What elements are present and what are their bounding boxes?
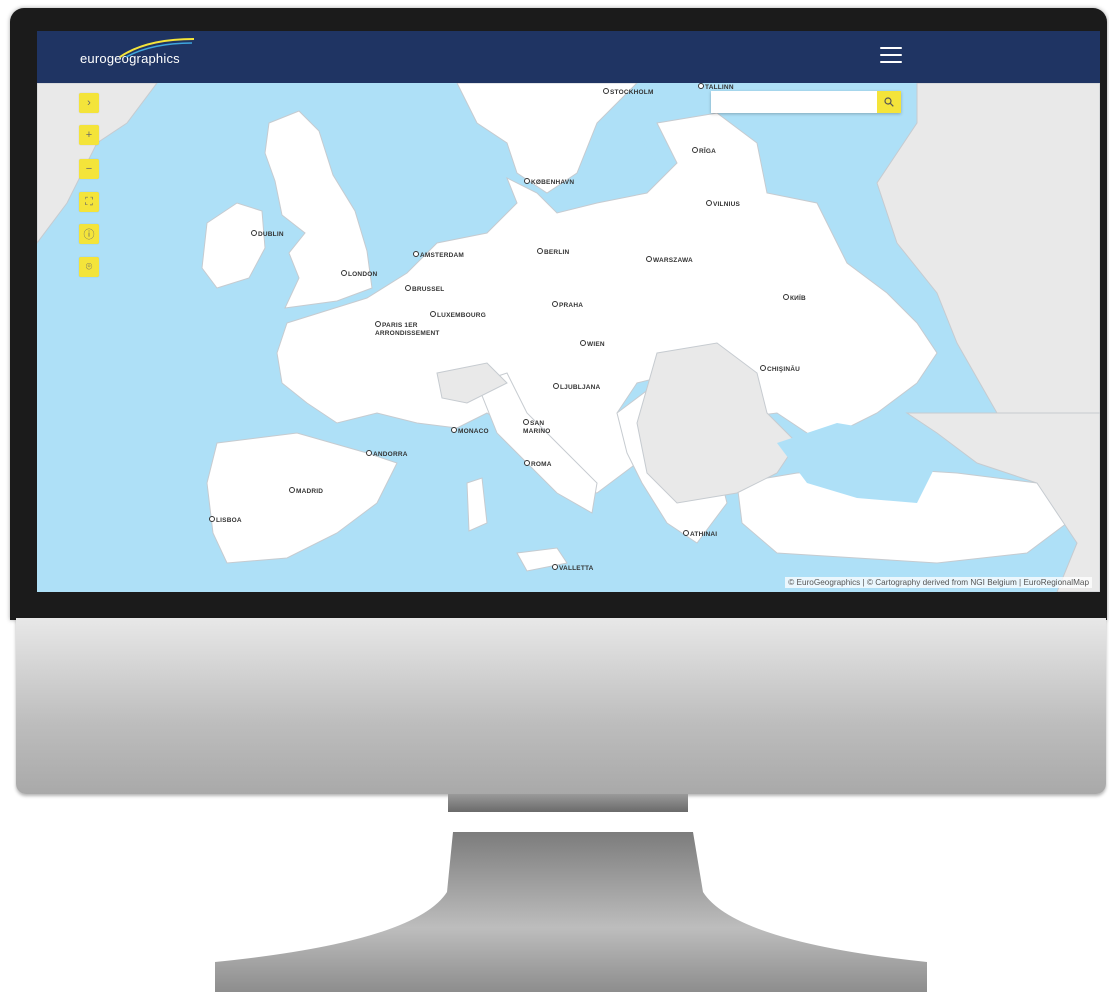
city-label[interactable]: BRUSSEL: [405, 285, 444, 293]
city-label[interactable]: STOCKHOLM: [603, 88, 654, 96]
city-label[interactable]: LUXEMBOURG: [430, 311, 486, 319]
eurogeographics-logo[interactable]: eurogeographics: [80, 38, 195, 69]
monitor-neck: [448, 794, 688, 812]
city-label[interactable]: LISBOA: [209, 516, 242, 524]
city-label[interactable]: MADRID: [289, 487, 323, 495]
city-label[interactable]: SAN MARINO: [523, 419, 563, 436]
fullscreen-button[interactable]: ⛶: [79, 192, 99, 212]
city-label[interactable]: DUBLIN: [251, 230, 284, 238]
top-navbar: eurogeographics: [37, 31, 1100, 83]
city-label[interactable]: KØBENHAVN: [524, 178, 574, 186]
city-label[interactable]: BERLIN: [537, 248, 569, 256]
city-label[interactable]: MONACO: [451, 427, 489, 435]
zoom-out-button[interactable]: −: [79, 159, 99, 179]
logo-swoosh-icon: [119, 38, 195, 58]
europe-map[interactable]: [37, 83, 1100, 592]
info-icon: ⓘ: [83, 229, 95, 241]
minus-icon: −: [85, 163, 93, 175]
city-label[interactable]: ANDORRA: [366, 450, 408, 458]
monitor-stand: [215, 832, 927, 992]
city-label[interactable]: ATHINAI: [683, 530, 717, 538]
city-label[interactable]: ROMA: [524, 460, 552, 468]
city-label[interactable]: TALLINN: [698, 83, 734, 91]
map-attribution: © EuroGeographics | © Cartography derive…: [785, 577, 1092, 588]
location-pin-icon: ⌾: [85, 260, 93, 273]
zoom-in-button[interactable]: +: [79, 125, 99, 145]
screen: eurogeographics › + − ⛶ ⓘ ⌾ STOCKHOLM TA…: [37, 31, 1100, 592]
city-label[interactable]: VILNIUS: [706, 200, 740, 208]
city-label[interactable]: VALLETTA: [552, 564, 594, 572]
city-label[interactable]: AMSTERDAM: [413, 251, 464, 259]
city-label[interactable]: WIEN: [580, 340, 605, 348]
city-label[interactable]: CHIŞINĂU: [760, 365, 800, 373]
fullscreen-icon: ⛶: [85, 195, 93, 208]
locate-button[interactable]: ⌾: [79, 257, 99, 277]
city-label[interactable]: LONDON: [341, 270, 377, 278]
chevron-right-icon: ›: [87, 97, 91, 109]
expand-panel-button[interactable]: ›: [79, 93, 99, 113]
city-label[interactable]: PRAHA: [552, 301, 583, 309]
city-label[interactable]: КИЇВ: [783, 294, 806, 302]
monitor-chin: [16, 618, 1106, 794]
search-icon: [884, 97, 894, 107]
plus-icon: +: [85, 129, 93, 141]
city-label[interactable]: WARSZAWA: [646, 256, 693, 264]
info-button[interactable]: ⓘ: [79, 224, 99, 244]
city-label[interactable]: RĪGA: [692, 147, 716, 155]
search-button[interactable]: [877, 91, 901, 113]
search-box: [711, 91, 901, 113]
search-input[interactable]: [715, 93, 879, 112]
hamburger-menu-icon[interactable]: [880, 44, 902, 66]
city-label[interactable]: LJUBLJANA: [553, 383, 600, 391]
city-label[interactable]: PARIS 1ER ARRONDISSEMENT: [375, 321, 455, 338]
